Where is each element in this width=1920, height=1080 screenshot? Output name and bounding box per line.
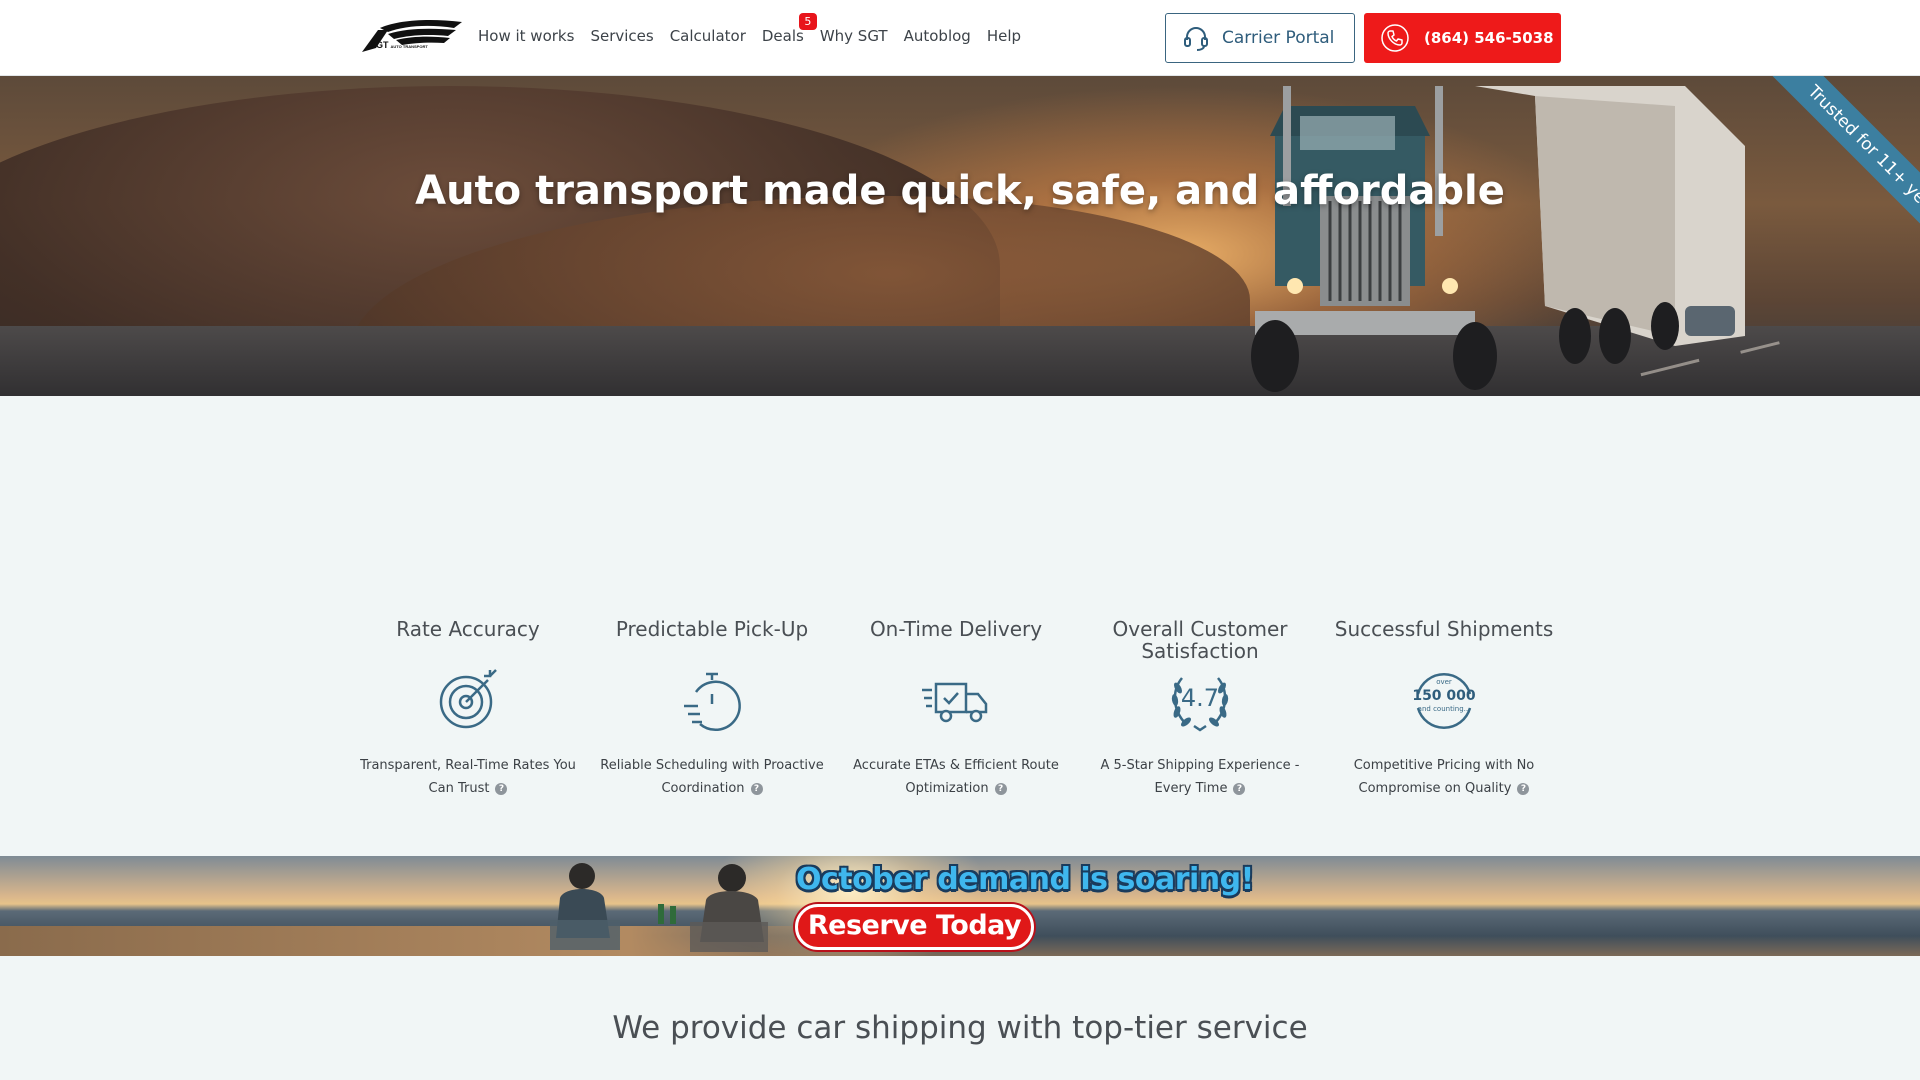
site-header: SGT AUTO TRANSPORT How it works Services … xyxy=(0,0,1920,76)
stat-title: Overall Customer Satisfaction xyxy=(1086,618,1314,664)
stat-title: On-Time Delivery xyxy=(869,617,1043,641)
info-icon[interactable]: ? xyxy=(1517,782,1530,795)
sgt-logo[interactable]: SGT AUTO TRANSPORT xyxy=(358,18,464,54)
nav-help[interactable]: Help xyxy=(987,27,1021,45)
stat-predictable-pickup: Predictable Pick-Up Reliable Scheduling … xyxy=(598,618,826,800)
reserve-today-button[interactable]: Reserve Today xyxy=(795,904,1034,950)
banner-headline: October demand is soaring! xyxy=(796,862,1254,897)
phone-number: (864) 546-5038 xyxy=(1424,29,1554,47)
phone-call-button[interactable]: (864) 546-5038 xyxy=(1364,13,1561,63)
nav-why-sgt[interactable]: Why SGT xyxy=(820,27,888,45)
stat-desc-line: Compromise on Quality xyxy=(1358,781,1512,796)
nav-calculator[interactable]: Calculator xyxy=(670,27,746,45)
nav-label: Calculator xyxy=(669,27,746,45)
nav-label: Deals xyxy=(761,27,804,45)
nav-deals[interactable]: Deals 5 xyxy=(761,13,817,45)
stat-description: Reliable Scheduling with Proactive Coord… xyxy=(598,754,826,800)
stat-desc-line: Accurate ETAs & Efficient Route xyxy=(853,758,1059,773)
stats-section: Rate Accuracy Transparent, Real-Time Rat… xyxy=(354,618,1566,808)
carrier-portal-label: Carrier Portal xyxy=(1222,28,1335,48)
stat-title-line: Satisfaction xyxy=(1141,639,1259,663)
logo-subtext: AUTO TRANSPORT xyxy=(390,44,428,49)
nav-label: Help xyxy=(986,27,1022,45)
stat-description: Competitive Pricing with No Compromise o… xyxy=(1330,754,1558,800)
hero-title: Auto transport made quick, safe, and aff… xyxy=(415,168,1505,214)
phone-icon xyxy=(1381,24,1409,52)
trusted-ribbon: Trusted for 11+ years xyxy=(1706,76,1920,256)
nav-label: Autoblog xyxy=(903,27,971,45)
stat-title: Successful Shipments xyxy=(1334,617,1554,641)
nav-how-it-works[interactable]: How it works xyxy=(478,27,574,45)
section-title: We provide car shipping with top-tier se… xyxy=(612,1010,1308,1046)
stat-desc-line: Optimization xyxy=(905,781,989,796)
promo-banner[interactable]: October demand is soaring! Reserve Today xyxy=(0,856,1920,956)
stat-description: Transparent, Real-Time Rates You Can Tru… xyxy=(354,754,582,800)
laurel-rating-icon: 4.7 xyxy=(1164,664,1236,736)
badge-value: 150 000 xyxy=(1412,688,1476,704)
stat-desc-line: Coordination xyxy=(661,781,745,796)
stat-title: Predictable Pick-Up xyxy=(615,617,809,641)
stat-on-time-delivery: On-Time Delivery Accurate ETAs & Efficie… xyxy=(842,618,1070,800)
info-icon[interactable]: ? xyxy=(495,782,508,795)
badge-counting-text: and counting... xyxy=(1417,705,1471,713)
shipments-badge-icon: over 150 000 and counting... xyxy=(1408,664,1480,736)
stat-description: Accurate ETAs & Efficient Route Optimiza… xyxy=(842,754,1070,800)
rating-value: 4.7 xyxy=(1180,684,1220,712)
stat-desc-line: Transparent, Real-Time Rates You xyxy=(360,758,576,773)
semi-truck-image xyxy=(1251,86,1745,392)
main-nav: How it works Services Calculator Deals 5 … xyxy=(478,13,1037,45)
nav-label: Services xyxy=(590,27,654,45)
stat-desc-line: Every Time xyxy=(1154,781,1228,796)
stopwatch-icon xyxy=(684,672,741,732)
beach-couple-image xyxy=(550,863,768,952)
logo-wordmark: SGT AUTO TRANSPORT xyxy=(370,40,428,50)
nav-autoblog[interactable]: Autoblog xyxy=(904,27,971,45)
stat-desc-line: A 5-Star Shipping Experience - xyxy=(1100,758,1300,773)
info-icon[interactable]: ? xyxy=(994,782,1007,795)
badge-over-text: over xyxy=(1436,678,1452,686)
stat-description: A 5-Star Shipping Experience - Every Tim… xyxy=(1086,754,1314,800)
info-icon[interactable]: ? xyxy=(750,782,763,795)
stat-desc-line: Reliable Scheduling with Proactive xyxy=(600,758,824,773)
stat-title-line: Overall Customer xyxy=(1112,617,1288,641)
deals-count-badge: 5 xyxy=(798,13,817,30)
stat-customer-satisfaction: Overall Customer Satisfaction 4.7 A 5-St… xyxy=(1086,618,1314,800)
stat-successful-shipments: Successful Shipments over 150 000 and co… xyxy=(1330,618,1558,800)
stat-desc-line: Competitive Pricing with No xyxy=(1353,758,1535,773)
info-icon[interactable]: ? xyxy=(1233,782,1246,795)
nav-services[interactable]: Services xyxy=(590,27,653,45)
carrier-portal-button[interactable]: Carrier Portal xyxy=(1165,13,1355,63)
stat-desc-line: Can Trust xyxy=(428,781,490,796)
stat-rate-accuracy: Rate Accuracy Transparent, Real-Time Rat… xyxy=(354,618,582,800)
delivery-truck-icon xyxy=(922,682,988,723)
logo-text: SGT xyxy=(370,40,389,50)
target-icon xyxy=(439,669,497,729)
hero-banner: Auto transport made quick, safe, and aff… xyxy=(0,76,1920,396)
nav-label: How it works xyxy=(478,27,575,45)
stat-title: Rate Accuracy xyxy=(396,617,540,641)
trusted-ribbon-label: Trusted for 11+ years xyxy=(1757,76,1920,256)
nav-label: Why SGT xyxy=(819,27,888,45)
headset-icon xyxy=(1184,27,1208,51)
